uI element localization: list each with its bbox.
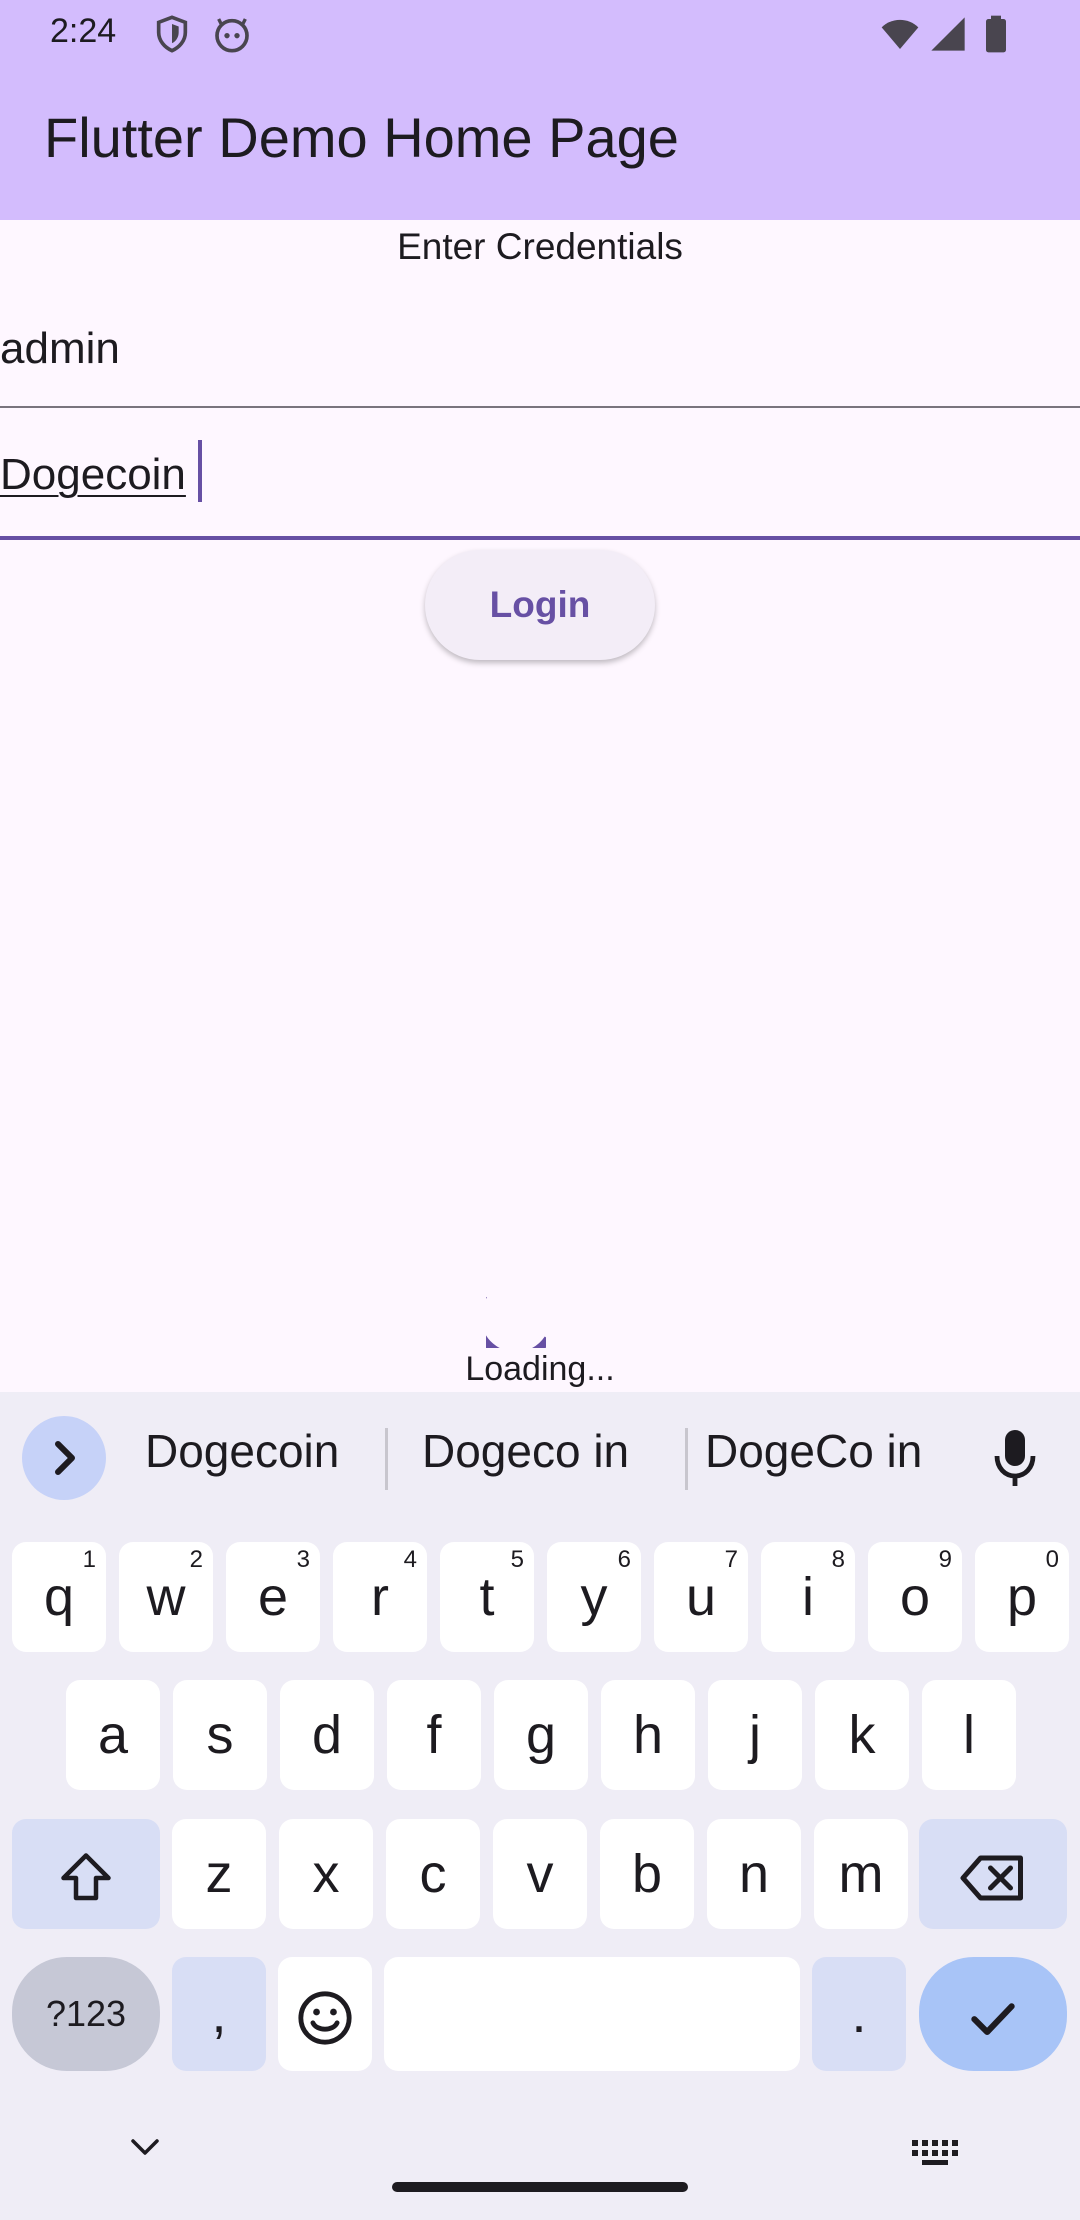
suggestion-3[interactable]: DogeCo in — [705, 1424, 922, 1478]
key-f[interactable]: f — [387, 1680, 481, 1790]
key-hint: 1 — [82, 1546, 96, 1573]
expand-toolbar-button[interactable] — [22, 1416, 106, 1500]
key-l[interactable]: l — [922, 1680, 1016, 1790]
key-w[interactable]: w2 — [119, 1542, 213, 1652]
credentials-heading: Enter Credentials — [397, 226, 683, 267]
key-label: e — [257, 1567, 289, 1627]
key-x[interactable]: x — [279, 1819, 373, 1929]
microphone-icon[interactable] — [990, 1428, 1040, 1488]
key-s[interactable]: s — [173, 1680, 267, 1790]
key-hint: 6 — [617, 1546, 631, 1573]
key-hint: 2 — [189, 1546, 203, 1573]
key-u[interactable]: u7 — [654, 1542, 748, 1652]
key-j[interactable]: j — [708, 1680, 802, 1790]
key-hint: 5 — [510, 1546, 524, 1573]
shift-icon — [61, 1852, 111, 1900]
wifi-icon — [881, 19, 919, 49]
android-face-icon — [215, 18, 249, 53]
loading-spinner-icon — [486, 1293, 546, 1348]
space-key[interactable] — [384, 1957, 800, 2071]
shift-key[interactable] — [12, 1819, 160, 1929]
key-label: t — [479, 1567, 495, 1627]
suggestion-1[interactable]: Dogecoin — [145, 1424, 339, 1478]
login-button[interactable]: Login — [425, 550, 655, 660]
loading-label: Loading... — [465, 1350, 615, 1388]
key-d[interactable]: d — [280, 1680, 374, 1790]
done-key[interactable] — [919, 1957, 1067, 2071]
text-cursor — [198, 440, 202, 502]
symbols-key[interactable]: ?123 — [12, 1957, 160, 2071]
key-p[interactable]: p0 — [975, 1542, 1069, 1652]
emoji-key[interactable] — [278, 1957, 372, 2071]
suggestion-2[interactable]: Dogeco in — [422, 1424, 629, 1478]
key-c[interactable]: c — [386, 1819, 480, 1929]
home-indicator[interactable] — [392, 2182, 688, 2192]
status-time: 2:24 — [50, 12, 117, 50]
shield-icon — [156, 15, 188, 53]
key-t[interactable]: t5 — [440, 1542, 534, 1652]
key-hint: 3 — [296, 1546, 310, 1573]
suggestion-divider — [385, 1428, 388, 1490]
key-z[interactable]: z — [172, 1819, 266, 1929]
battery-icon — [986, 15, 1006, 53]
signal-icon — [931, 17, 965, 51]
key-label: q — [43, 1567, 75, 1627]
suggestion-strip: Dogecoin Dogeco in DogeCo in — [0, 1392, 1080, 1522]
username-field[interactable]: admin — [0, 300, 1080, 408]
period-key[interactable]: . — [812, 1957, 906, 2071]
hide-keyboard-icon[interactable] — [128, 2135, 162, 2159]
status-bar: 2:24 — [0, 0, 1080, 66]
username-value: admin — [0, 324, 120, 373]
key-q[interactable]: q1 — [12, 1542, 106, 1652]
key-y[interactable]: y6 — [547, 1542, 641, 1652]
key-b[interactable]: b — [600, 1819, 694, 1929]
key-g[interactable]: g — [494, 1680, 588, 1790]
page-title: Flutter Demo Home Page — [44, 106, 679, 169]
app-bar: 2:24 Flutter Demo Home Page — [0, 0, 1080, 220]
comma-key[interactable]: , — [172, 1957, 266, 2071]
key-label: y — [580, 1567, 608, 1627]
key-v[interactable]: v — [493, 1819, 587, 1929]
key-label: o — [899, 1567, 931, 1627]
suggestion-divider — [685, 1428, 688, 1490]
key-label: r — [371, 1567, 389, 1627]
password-value: Dogecoin — [0, 450, 186, 499]
key-label: u — [685, 1567, 717, 1627]
emoji-icon — [298, 1991, 352, 2045]
key-label: i — [802, 1567, 814, 1627]
key-n[interactable]: n — [707, 1819, 801, 1929]
key-hint: 9 — [938, 1546, 952, 1573]
key-hint: 8 — [831, 1546, 845, 1573]
key-o[interactable]: o9 — [868, 1542, 962, 1652]
chevron-right-icon — [55, 1441, 75, 1475]
key-a[interactable]: a — [66, 1680, 160, 1790]
key-hint: 4 — [403, 1546, 417, 1573]
key-k[interactable]: k — [815, 1680, 909, 1790]
key-label: p — [1006, 1567, 1038, 1627]
backspace-key[interactable] — [919, 1819, 1067, 1929]
key-i[interactable]: i8 — [761, 1542, 855, 1652]
soft-keyboard: Dogecoin Dogeco in DogeCo in ?123 , . q … — [0, 1392, 1080, 2220]
checkmark-icon — [971, 2003, 1015, 2035]
backspace-icon — [960, 1855, 1023, 1901]
keyboard-switch-icon[interactable] — [912, 2140, 958, 2166]
key-hint: 0 — [1045, 1546, 1059, 1573]
key-hint: 7 — [724, 1546, 738, 1573]
key-e[interactable]: e3 — [226, 1542, 320, 1652]
key-r[interactable]: r4 — [333, 1542, 427, 1652]
password-field[interactable]: Dogecoin — [0, 430, 1080, 540]
key-label: w — [146, 1567, 186, 1627]
key-m[interactable]: m — [814, 1819, 908, 1929]
key-h[interactable]: h — [601, 1680, 695, 1790]
